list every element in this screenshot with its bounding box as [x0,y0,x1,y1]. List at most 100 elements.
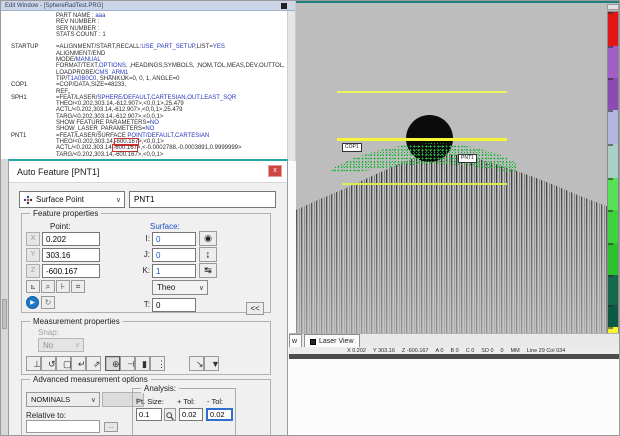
status-bar: X 0.202Y 303.16Z -600.167A 0B 0C 0SD 00M… [289,347,620,354]
close-icon[interactable]: x [268,165,282,177]
vector-j-input[interactable] [152,248,196,262]
edit-window-title: Edit Window - [SphereRadTest.PRG] [1,1,295,11]
colorbar-band [608,275,618,305]
relative-to-input[interactable] [26,420,100,433]
status-field: MM [511,348,520,354]
colorbar-band [608,78,618,110]
status-field: 0 [501,348,504,354]
jump-icon[interactable]: ⇗ [86,356,101,371]
y-coordinate-input[interactable] [42,248,100,262]
x-coordinate-input[interactable] [42,232,100,246]
t-label: T: [134,300,150,309]
minus-tol-label: - Tol: [207,397,223,406]
cop1-label[interactable]: COP1 [342,143,362,152]
edit-window-scrollbar[interactable] [287,11,295,161]
angle-mode-icon[interactable]: ⦝ [26,280,40,293]
status-field: Y 303.16 [373,348,395,354]
plus-tol-input[interactable] [179,408,203,421]
axis-lock-z-button[interactable]: Z [26,264,40,278]
vector-label: I: [134,234,150,243]
measurement-toolbar: ⊥↺▢↵⇗ ⊕⊣▮⋮ ↘▼ [26,356,219,371]
filter-icon[interactable]: ▼ [204,356,219,371]
scroll-thumb[interactable] [2,299,7,329]
axis-lock-y-button[interactable]: Y [26,248,40,262]
execute-button[interactable]: ▶ [26,296,39,309]
colorbar-band [608,178,618,211]
grid-icon[interactable]: ⌗ [71,280,85,293]
snap-dropdown[interactable]: No ∨ [38,338,84,352]
laser-view[interactable]: COP1 PNT1 [296,1,620,333]
dialog-title: Auto Feature [PNT1] [9,161,287,183]
regenerate-button[interactable]: ↻ [41,296,55,309]
pnt1-label[interactable]: PNT1 [458,154,477,163]
find-nominals-icon[interactable]: ⌕ [41,280,55,293]
surface-point-icon [23,195,33,205]
swap-vector-icon[interactable]: ↹ [199,263,217,278]
colorbar-band [608,46,618,78]
theo-dropdown[interactable]: Theo ∨ [152,280,208,295]
collapse-button[interactable]: << [246,302,264,315]
probe-icon[interactable]: ⊥ [26,356,41,371]
scan-line-middle [337,138,507,141]
status-field: C 0 [466,348,475,354]
browse-button[interactable]: ... [104,422,118,432]
colorbar-band [608,110,618,144]
feature-name-input[interactable] [129,191,276,208]
analysis-group: Analysis: Pt. Size: + Tol: - Tol: [132,388,236,436]
feature-properties-group: Feature properties Point: Surface: XYZ I… [21,213,271,313]
status-field: A 0 [436,348,444,354]
colorbar-band [608,210,618,243]
measurement-properties-group: Measurement properties Snap: No ∨ ⊥↺▢↵⇗⊕… [21,321,271,375]
pt-size-label: Pt. Size: [136,397,164,406]
crosshair-icon[interactable]: ⊕ [105,356,120,371]
rotate-icon[interactable]: ↺ [41,356,56,371]
window-icon[interactable]: ▢ [56,356,71,371]
colorbar-band [608,144,618,178]
chevron-down-icon: ∨ [91,396,99,404]
status-field: Line 29 Col 034 [527,348,566,354]
relative-to-label: Relative to: [26,411,66,420]
tab-graphics-view-fragment[interactable]: w [289,334,302,348]
multi-point-icon[interactable]: ⋮ [150,356,165,371]
point-normal-icon[interactable]: ◉ [199,231,217,246]
path-icon[interactable]: ↘ [189,356,204,371]
feature-type-dropdown[interactable]: Surface Point ∨ [19,191,125,208]
minus-tol-input[interactable] [206,408,233,421]
status-field: B 0 [450,348,458,354]
flip-vector-icon[interactable]: ↨ [199,247,217,262]
vector-i-input[interactable] [152,232,196,246]
return-icon[interactable]: ↵ [71,356,86,371]
vector-k-input[interactable] [152,264,196,278]
point-label: Point: [50,222,70,231]
scan-line-top [337,91,507,93]
colorbar-band [608,12,618,46]
snap-label: Snap: [38,328,59,337]
plus-tol-label: + Tol: [177,397,195,406]
pt-size-input[interactable] [136,408,162,421]
tab-laser-view[interactable]: Laser View [304,334,360,348]
z-coordinate-input[interactable] [42,264,100,278]
scan-line-bottom [342,183,507,185]
app-window: Edit Window - [SphereRadTest.PRG] PART N… [0,0,620,436]
nominals-dropdown[interactable]: NOMINALS ∨ [26,392,100,407]
left-scroll-strip[interactable] [1,159,8,436]
advanced-options-group: Advanced measurement options NOMINALS ∨ … [21,379,271,436]
block-icon[interactable]: ▮ [135,356,150,371]
program-code-area[interactable]: PART NAME : aaaREV NUMBER :SER NUMBER :S… [1,11,288,161]
chevron-down-icon: ∨ [199,284,207,292]
edge-icon[interactable]: ⊣ [120,356,135,371]
window-control-icon[interactable] [281,3,287,9]
status-field: SD 0 [481,348,493,354]
axis-lock-x-button[interactable]: X [26,232,40,246]
colorbar-band [608,305,618,327]
color-scale-bar [607,11,619,349]
laser-view-tab-icon [310,339,316,345]
t-input[interactable] [152,298,196,312]
feature-type-value: Surface Point [36,195,84,204]
vector-label: J: [134,250,150,259]
pin-point-icon[interactable]: ⊦ [56,280,70,293]
chevron-down-icon: ∨ [75,341,83,349]
chevron-down-icon: ∨ [116,196,124,204]
auto-feature-dialog: Auto Feature [PNT1] x Surface Point ∨ Fe… [8,159,288,436]
magnifier-icon[interactable] [164,408,176,421]
